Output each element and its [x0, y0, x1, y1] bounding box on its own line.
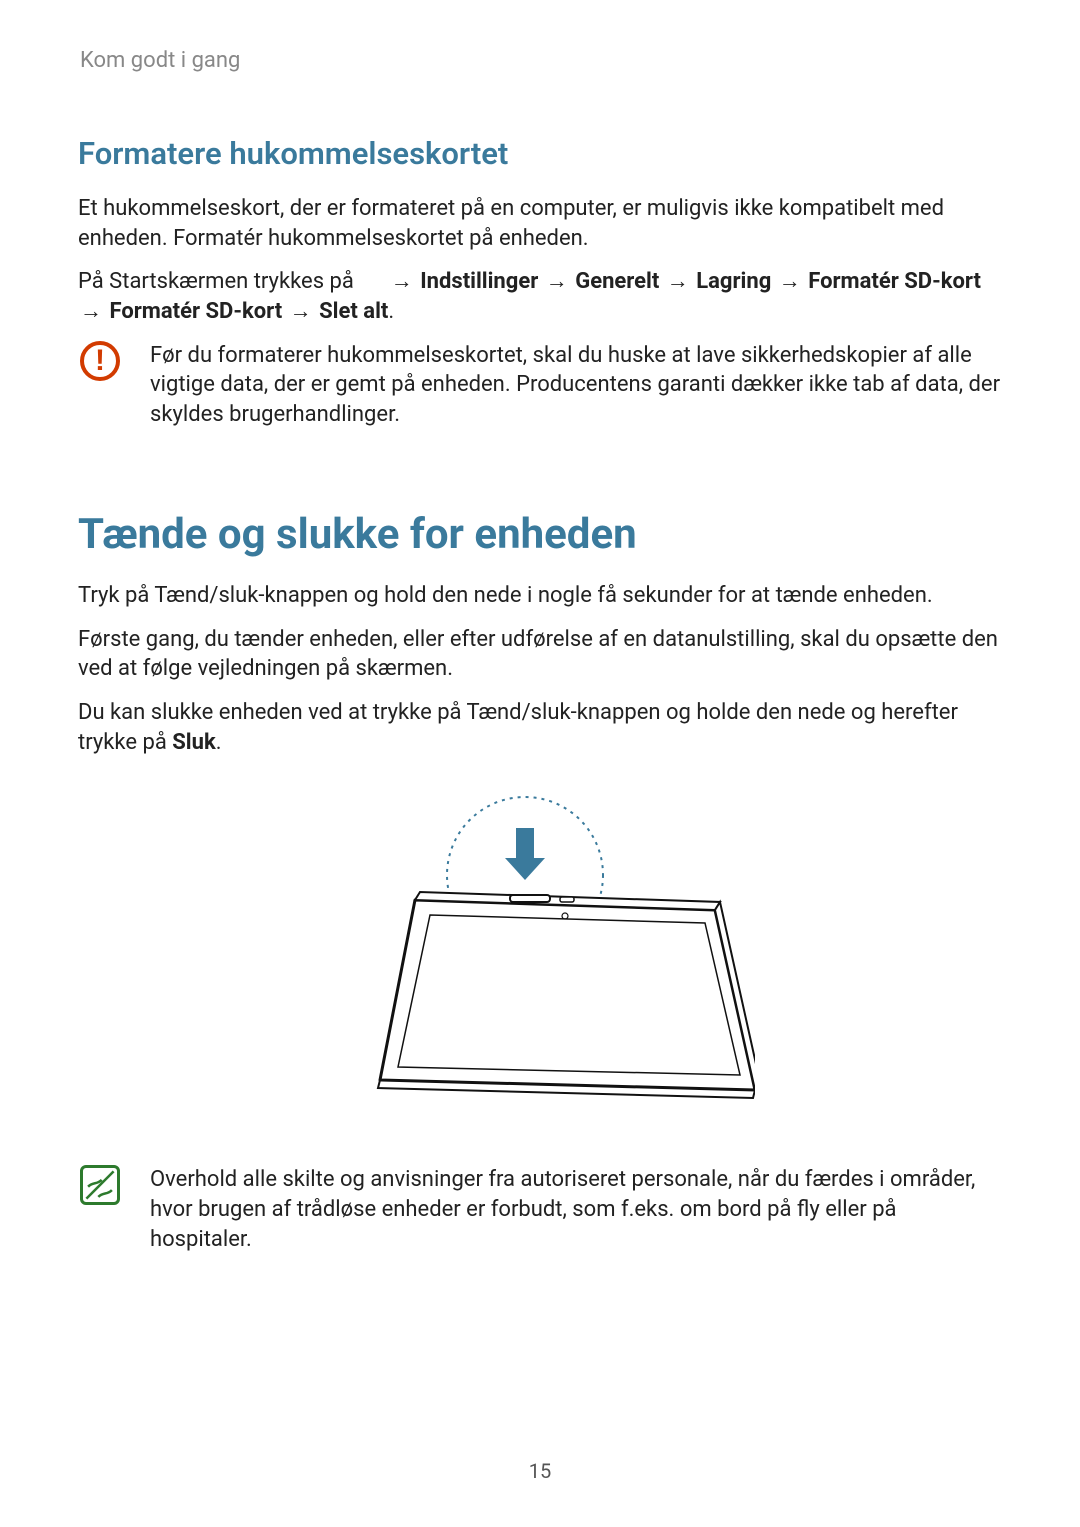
section-heading-format: Formatere hukommelseskortet	[78, 135, 1002, 172]
paragraph-power-1: Tryk på Tænd/sluk-knappen og hold den ne…	[78, 581, 1002, 611]
note-text: Overhold alle skilte og anvisninger fra …	[150, 1165, 1002, 1254]
note-icon	[80, 1165, 120, 1205]
warning-callout: ! Før du formaterer hukommelseskortet, s…	[78, 341, 1002, 430]
paragraph-format-1: Et hukommelseskort, der er formateret på…	[78, 194, 1002, 253]
paragraph-format-path: På Startskærmen trykkes på → Indstilling…	[78, 267, 1002, 326]
paragraph-power-3: Du kan slukke enheden ved at trykke på T…	[78, 698, 1002, 757]
page-number: 15	[0, 1459, 1080, 1483]
paragraph-power-2: Første gang, du tænder enheden, eller ef…	[78, 625, 1002, 684]
note-callout: Overhold alle skilte og anvisninger fra …	[78, 1165, 1002, 1254]
warning-text: Før du formaterer hukommelseskortet, ska…	[150, 341, 1002, 430]
breadcrumb: Kom godt i gang	[80, 48, 1002, 73]
main-heading-power: Tænde og slukke for enheden	[78, 510, 1002, 559]
warning-icon: !	[80, 341, 120, 381]
tablet-illustration	[78, 785, 1002, 1115]
